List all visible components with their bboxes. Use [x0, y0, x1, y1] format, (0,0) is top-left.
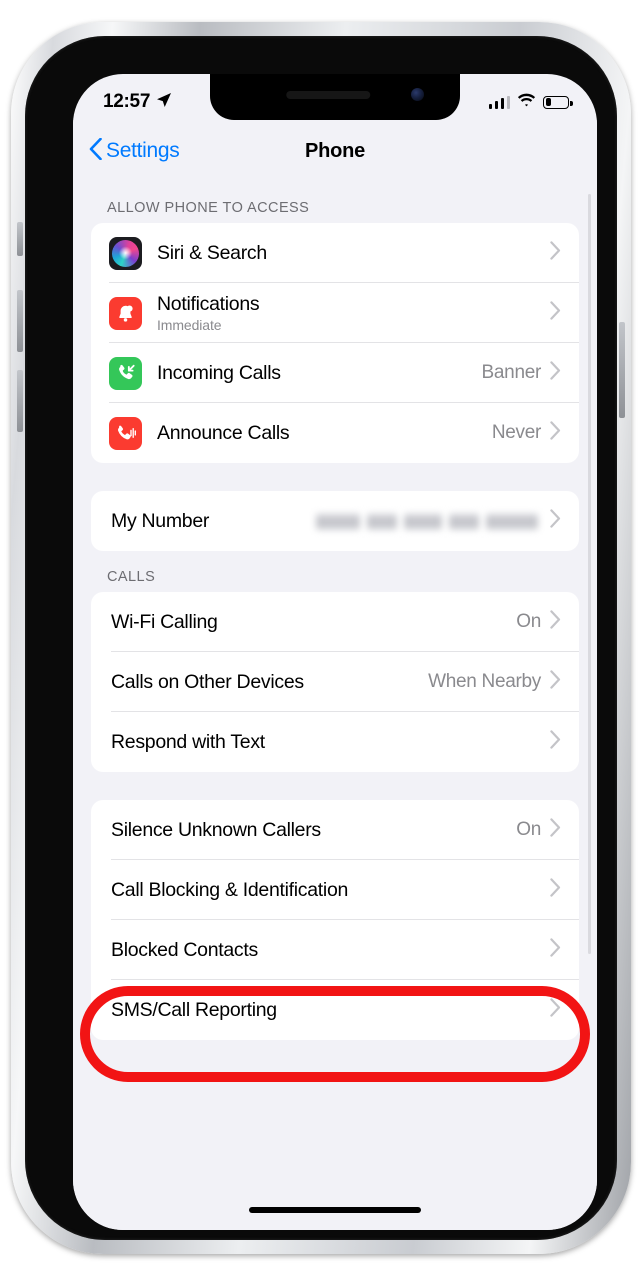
- chevron-right-icon: [550, 670, 561, 694]
- row-title: Respond with Text: [111, 730, 265, 753]
- chevron-right-icon: [550, 301, 561, 325]
- row-text: Respond with Text: [111, 731, 550, 753]
- row-text: Wi-Fi Calling: [111, 611, 516, 633]
- settings-row-blocked-contacts[interactable]: Blocked Contacts: [91, 920, 579, 980]
- siri-icon: [109, 236, 142, 270]
- row-title: Siri & Search: [157, 241, 267, 264]
- settings-row-sms-call-reporting[interactable]: SMS/Call Reporting: [91, 980, 579, 1040]
- mute-switch[interactable]: [17, 222, 23, 256]
- settings-group: Wi-Fi Calling On Calls on Other Devices Whe…: [91, 592, 579, 772]
- chevron-right-icon: [550, 818, 561, 842]
- row-value: When Nearby: [428, 671, 541, 692]
- settings-group: Siri & Search Notifications Immediate Incom…: [91, 223, 579, 463]
- row-title: SMS/Call Reporting: [111, 998, 277, 1021]
- row-title: Silence Unknown Callers: [111, 818, 321, 841]
- row-value: On: [516, 611, 541, 632]
- row-title: Announce Calls: [157, 421, 290, 444]
- device-bezel: 12:57 Settings Phone ALLOW PHONE TO ACCE…: [25, 36, 617, 1240]
- power-button[interactable]: [619, 322, 625, 418]
- bell-icon: [109, 296, 142, 330]
- announce-calls-icon: [109, 416, 142, 450]
- settings-row-wi-fi-calling[interactable]: Wi-Fi Calling On: [91, 592, 579, 652]
- chevron-right-icon: [550, 241, 561, 265]
- settings-row-announce-calls[interactable]: Announce Calls Never: [91, 403, 579, 463]
- settings-row-incoming-calls[interactable]: Incoming Calls Banner: [91, 343, 579, 403]
- front-camera-icon: [411, 88, 424, 101]
- row-text: Siri & Search: [157, 242, 550, 264]
- settings-row-silence-unknown-callers[interactable]: Silence Unknown Callers On: [91, 800, 579, 860]
- row-title: Wi-Fi Calling: [111, 610, 218, 633]
- home-indicator[interactable]: [249, 1207, 421, 1213]
- row-subtitle: Immediate: [157, 317, 222, 334]
- navigation-bar: Settings Phone: [73, 120, 597, 182]
- settings-scroll-view[interactable]: ALLOW PHONE TO ACCESS Siri & Search Notifi…: [73, 182, 597, 1230]
- settings-row-notifications[interactable]: Notifications Immediate: [91, 283, 579, 343]
- settings-row-my-number[interactable]: My Number: [91, 491, 579, 551]
- row-title: Calls on Other Devices: [111, 670, 304, 693]
- section-header: CALLS: [107, 569, 156, 585]
- back-button-label: Settings: [106, 139, 180, 162]
- section-header: ALLOW PHONE TO ACCESS: [107, 200, 310, 216]
- row-value: On: [516, 819, 541, 840]
- row-text: SMS/Call Reporting: [111, 999, 550, 1021]
- row-value: Banner: [481, 362, 542, 383]
- chevron-right-icon: [550, 730, 561, 754]
- chevron-right-icon: [550, 509, 561, 533]
- scroll-indicator[interactable]: [588, 194, 591, 954]
- row-title: Blocked Contacts: [111, 938, 258, 961]
- volume-down-button[interactable]: [17, 370, 23, 432]
- cellular-signal-icon: [488, 95, 510, 109]
- iphone-screen: 12:57 Settings Phone ALLOW PHONE TO ACCE…: [73, 74, 597, 1230]
- page-title: Phone: [304, 139, 366, 162]
- chevron-right-icon: [550, 610, 561, 634]
- iphone-device-frame: 12:57 Settings Phone ALLOW PHONE TO ACCE…: [11, 22, 631, 1254]
- settings-row-respond-with-text[interactable]: Respond with Text: [91, 712, 579, 772]
- chevron-left-icon: [89, 137, 102, 165]
- settings-row-call-blocking-identification[interactable]: Call Blocking & Identification: [91, 860, 579, 920]
- incoming-call-icon: [109, 356, 142, 390]
- status-bar-right: [488, 93, 573, 112]
- battery-icon: [543, 95, 573, 109]
- chevron-right-icon: [550, 421, 561, 445]
- chevron-right-icon: [550, 938, 561, 962]
- settings-row-calls-on-other-devices[interactable]: Calls on Other Devices When Nearby: [91, 652, 579, 712]
- row-text: Incoming Calls: [157, 362, 482, 384]
- settings-group: My Number: [91, 491, 579, 551]
- row-text: Calls on Other Devices: [111, 671, 428, 693]
- row-title: Incoming Calls: [157, 361, 281, 384]
- row-text: Silence Unknown Callers: [111, 819, 516, 841]
- row-text: Notifications Immediate: [157, 293, 550, 333]
- my-number-redacted-value: [316, 512, 538, 530]
- wifi-icon: [517, 93, 536, 112]
- chevron-right-icon: [550, 878, 561, 902]
- volume-up-button[interactable]: [17, 290, 23, 352]
- row-text: Call Blocking & Identification: [111, 879, 550, 901]
- location-arrow-icon: [156, 92, 172, 113]
- row-text: Blocked Contacts: [111, 939, 550, 961]
- chevron-right-icon: [550, 361, 561, 385]
- row-text: My Number: [111, 510, 316, 532]
- back-to-settings-button[interactable]: Settings: [73, 137, 180, 165]
- row-title: My Number: [111, 509, 210, 532]
- earpiece-speaker: [286, 91, 371, 99]
- settings-group: Silence Unknown Callers On Call Blocking &…: [91, 800, 579, 1040]
- status-bar-left: 12:57: [103, 91, 172, 113]
- row-text: Announce Calls: [157, 422, 492, 444]
- chevron-right-icon: [550, 998, 561, 1022]
- row-title: Notifications: [157, 292, 260, 315]
- settings-row-siri-search[interactable]: Siri & Search: [91, 223, 579, 283]
- notch: [210, 74, 460, 120]
- clock: 12:57: [103, 91, 151, 112]
- row-value: Never: [491, 422, 541, 443]
- row-title: Call Blocking & Identification: [111, 878, 349, 901]
